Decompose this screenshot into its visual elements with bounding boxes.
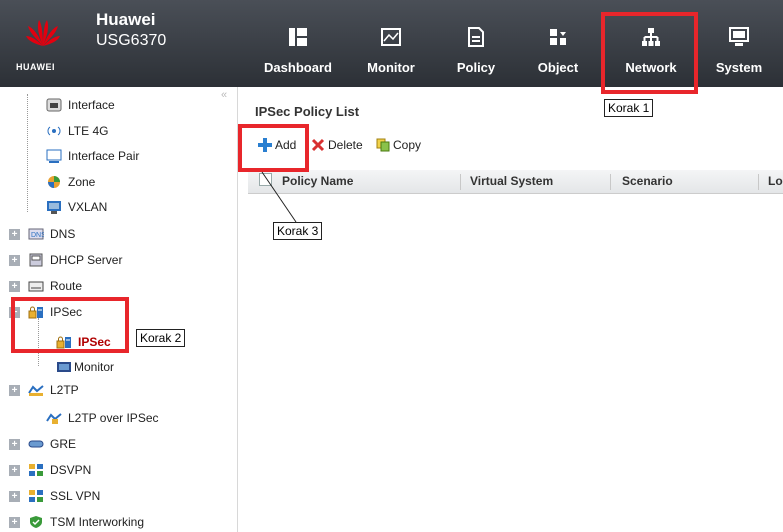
object-icon — [550, 29, 566, 45]
expand-dhcp-button[interactable]: + — [9, 255, 20, 266]
route-icon — [28, 279, 44, 293]
annotation-label-step3: Korak 3 — [273, 222, 323, 240]
delete-button[interactable]: Delete — [311, 138, 363, 152]
expand-route-button[interactable]: + — [9, 281, 20, 292]
sidebar-item-label: GRE — [50, 437, 77, 451]
interface-pair-icon — [46, 149, 62, 163]
copy-icon — [376, 138, 390, 152]
annotation-label-step2: Korak 2 — [136, 329, 186, 347]
column-separator — [758, 174, 759, 190]
column-separator — [460, 174, 461, 190]
copy-label: Copy — [393, 138, 422, 152]
dsvpn-icon — [28, 463, 44, 477]
expand-sslvpn-button[interactable]: + — [9, 491, 20, 502]
column-lo[interactable]: Lo — [768, 174, 783, 188]
sslvpn-icon — [28, 489, 44, 503]
sidebar-item-l2tp-over-ipsec[interactable]: L2TP over IPSec — [46, 408, 159, 428]
policy-icon — [468, 27, 484, 47]
nav-label: Policy — [456, 60, 496, 75]
sidebar-item-label: Monitor — [74, 360, 115, 374]
sidebar-item-label: Interface — [68, 98, 115, 112]
sidebar-item-interface-pair[interactable]: Interface Pair — [46, 146, 139, 166]
sidebar-item-ipsec-monitor[interactable]: Monitor — [56, 357, 114, 377]
sidebar-item-label: LTE 4G — [68, 124, 109, 138]
product-vendor: Huawei — [96, 10, 156, 29]
l2tp-icon — [28, 383, 44, 397]
annotation-box-step2 — [11, 297, 129, 353]
expand-dsvpn-button[interactable]: + — [9, 465, 20, 476]
sidebar-item-label: DSVPN — [50, 463, 92, 477]
huawei-logo: HUAWEI — [8, 0, 78, 87]
l2tp-ipsec-icon — [46, 411, 62, 425]
expand-l2tp-button[interactable]: + — [9, 385, 20, 396]
tree-connector — [27, 94, 28, 212]
dhcp-icon — [28, 253, 44, 267]
nav-label: Monitor — [367, 60, 415, 75]
select-all-checkbox[interactable] — [259, 173, 272, 186]
nav-dashboard[interactable]: Dashboard — [258, 0, 338, 87]
logo-text: HUAWEI — [16, 62, 55, 72]
sidebar-item-label: TSM Interworking — [50, 515, 145, 529]
lte-icon — [46, 124, 62, 138]
annotation-label-step1: Korak 1 — [604, 99, 654, 117]
annotation-box-step3 — [238, 124, 309, 172]
copy-button[interactable]: Copy — [376, 138, 421, 152]
monitor-icon — [381, 28, 401, 46]
nav-policy[interactable]: Policy — [448, 0, 504, 87]
expand-tsm-button[interactable]: + — [9, 517, 20, 528]
sidebar-item-gre[interactable]: GRE — [28, 434, 76, 454]
huawei-flower-icon — [26, 20, 60, 46]
sidebar-item-label: DNS — [50, 227, 76, 241]
delete-icon — [311, 138, 325, 152]
sidebar-item-label: L2TP — [50, 383, 79, 397]
nav-label: Object — [537, 60, 579, 75]
sidebar-item-label: DHCP Server — [50, 253, 123, 267]
nav-object[interactable]: Object — [526, 0, 590, 87]
sidebar-item-dhcp-server[interactable]: DHCP Server — [28, 250, 122, 270]
product-name: Huawei USG6370 — [96, 10, 166, 50]
sidebar-item-lte-4g[interactable]: LTE 4G — [46, 121, 108, 141]
annotation-box-step1 — [601, 12, 698, 94]
sidebar-item-tsm-interworking[interactable]: TSM Interworking — [28, 512, 144, 532]
sidebar-item-interface[interactable]: Interface — [46, 95, 115, 115]
zone-icon — [46, 175, 62, 189]
sidebar-item-route[interactable]: Route — [28, 276, 82, 296]
column-policy-name[interactable]: Policy Name — [282, 174, 353, 188]
interface-icon — [46, 98, 62, 112]
nav-monitor[interactable]: Monitor — [358, 0, 424, 87]
dns-icon: DNS — [28, 227, 46, 241]
expand-gre-button[interactable]: + — [9, 439, 20, 450]
sidebar-item-dns[interactable]: DNS DNS — [28, 224, 75, 244]
sidebar-item-label: VXLAN — [68, 200, 108, 214]
nav-system[interactable]: System — [708, 0, 770, 87]
delete-label: Delete — [328, 138, 363, 152]
dashboard-icon — [289, 28, 307, 46]
collapse-sidebar-button[interactable]: « — [221, 89, 227, 101]
expand-dns-button[interactable]: + — [9, 229, 20, 240]
system-icon — [729, 27, 749, 46]
sidebar-item-label: L2TP over IPSec — [68, 411, 159, 425]
vxlan-icon — [46, 200, 62, 214]
column-virtual-system[interactable]: Virtual System — [470, 174, 553, 188]
monitor-small-icon — [56, 360, 72, 374]
policy-table-header: Policy Name Virtual System Scenario Lo — [248, 170, 783, 194]
column-scenario[interactable]: Scenario — [622, 174, 673, 188]
tsm-icon — [28, 515, 44, 529]
sidebar-item-dsvpn[interactable]: DSVPN — [28, 460, 91, 480]
nav-label: System — [715, 60, 763, 75]
sidebar-item-label: Zone — [68, 175, 96, 189]
sidebar-item-l2tp[interactable]: L2TP — [28, 380, 79, 400]
nav-label: Dashboard — [264, 60, 332, 75]
column-separator — [610, 174, 611, 190]
svg-text:DNS: DNS — [31, 232, 44, 239]
sidebar-item-label: Route — [50, 279, 83, 293]
gre-icon — [28, 437, 44, 451]
sidebar-item-ssl-vpn[interactable]: SSL VPN — [28, 486, 100, 506]
product-model: USG6370 — [96, 32, 167, 49]
sidebar-item-label: Interface Pair — [68, 149, 140, 163]
sidebar-item-vxlan[interactable]: VXLAN — [46, 197, 107, 217]
sidebar-item-zone[interactable]: Zone — [46, 172, 95, 192]
page-title: IPSec Policy List — [255, 104, 360, 119]
sidebar-item-label: SSL VPN — [50, 489, 101, 503]
